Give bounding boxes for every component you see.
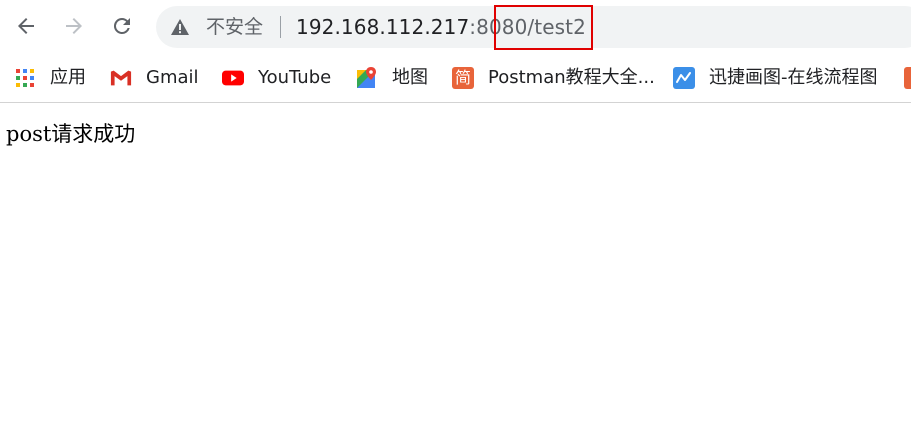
arrow-left-icon bbox=[18, 18, 34, 34]
warning-triangle-icon[interactable] bbox=[170, 17, 190, 37]
browser-chrome: 不安全 192.168.112.217:8080/test2 应用 Gmail … bbox=[0, 0, 911, 103]
address-bar[interactable]: 不安全 192.168.112.217:8080/test2 bbox=[156, 6, 911, 48]
bookmark-overflow[interactable] bbox=[904, 64, 911, 92]
forward-button[interactable] bbox=[60, 12, 88, 40]
xunjie-flowchart-icon bbox=[673, 67, 695, 89]
bookmark-xunjie[interactable]: 迅捷画图-在线流程图 bbox=[673, 64, 878, 92]
response-text: post请求成功 bbox=[6, 122, 136, 146]
arrow-right-icon bbox=[66, 18, 82, 34]
url-path: /test2 bbox=[527, 15, 586, 39]
bookmark-label: 迅捷画图-在线流程图 bbox=[709, 67, 878, 88]
url-host: 192.168.112.217 bbox=[296, 15, 470, 39]
apps-grid-icon bbox=[14, 67, 36, 89]
postman-tutorial-icon: 简 bbox=[452, 67, 474, 89]
bookmark-label: 应用 bbox=[50, 67, 86, 88]
bookmark-label: Gmail bbox=[146, 67, 199, 88]
security-status-label[interactable]: 不安全 bbox=[206, 16, 263, 38]
bookmark-maps[interactable]: 地图 bbox=[356, 64, 428, 92]
bookmark-label: YouTube bbox=[258, 67, 332, 88]
reload-button[interactable] bbox=[108, 12, 136, 40]
bookmark-gmail[interactable]: Gmail bbox=[110, 64, 199, 92]
gmail-icon bbox=[110, 67, 132, 89]
omnibox-separator bbox=[280, 16, 281, 38]
bookmark-label: 地图 bbox=[392, 67, 428, 88]
page-content: post请求成功 bbox=[0, 103, 911, 431]
back-button[interactable] bbox=[12, 12, 40, 40]
bookmark-postman[interactable]: 简 Postman教程大全... bbox=[452, 64, 655, 92]
url-port: :8080 bbox=[469, 15, 528, 39]
browser-toolbar: 不安全 192.168.112.217:8080/test2 bbox=[0, 0, 911, 56]
bookmarks-bar: 应用 Gmail YouTube 地图 简 Postman教程大全... 迅捷画… bbox=[0, 56, 911, 102]
bookmark-apps[interactable]: 应用 bbox=[14, 64, 86, 92]
maps-pin-icon bbox=[356, 67, 378, 89]
partial-bookmark-icon bbox=[904, 67, 911, 89]
youtube-icon bbox=[222, 67, 244, 89]
bookmark-label: Postman教程大全... bbox=[488, 67, 655, 88]
postman-icon-char: 简 bbox=[454, 68, 471, 87]
url-text[interactable]: 192.168.112.217:8080/test2 bbox=[296, 15, 586, 39]
bookmark-youtube[interactable]: YouTube bbox=[222, 64, 331, 92]
reload-icon bbox=[113, 17, 130, 34]
